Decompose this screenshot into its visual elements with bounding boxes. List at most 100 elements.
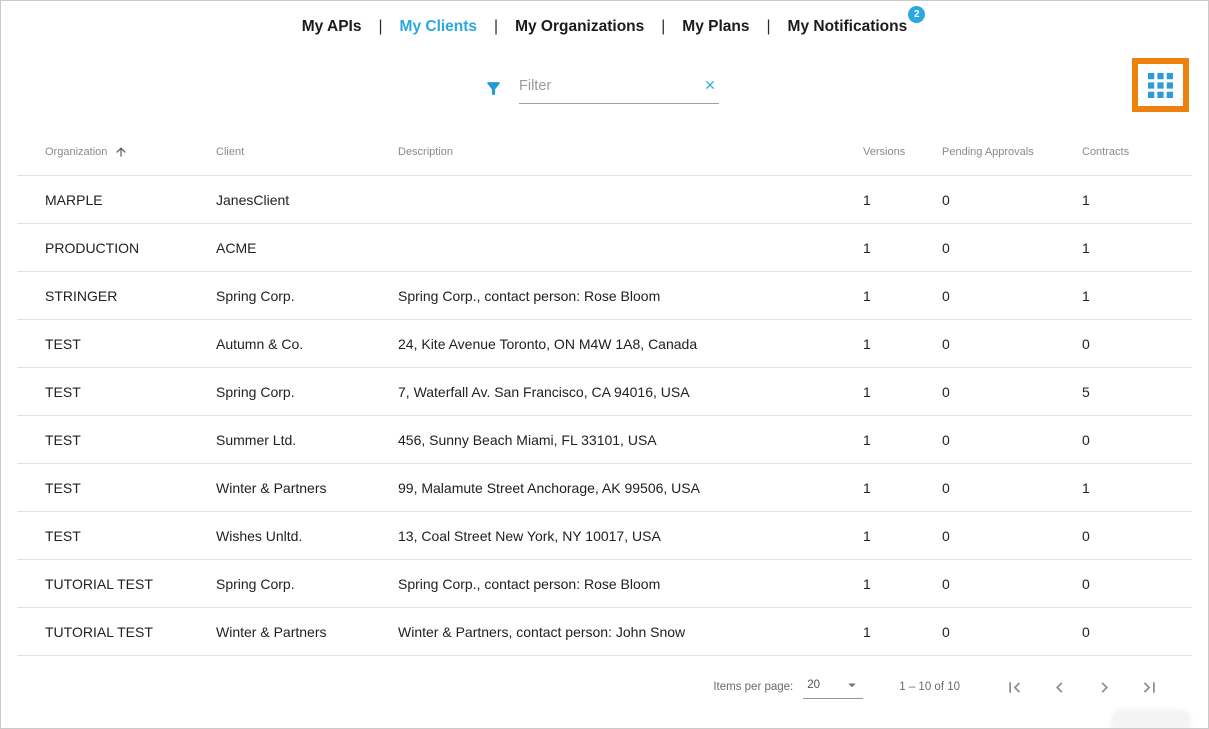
cell-pending-approvals: 0 (942, 432, 1082, 448)
cell-pending-approvals: 0 (942, 240, 1082, 256)
nav-separator: | (767, 18, 771, 36)
filter-icon (484, 79, 503, 104)
cell-description: 24, Kite Avenue Toronto, ON M4W 1A8, Can… (398, 336, 863, 352)
last-page-icon (1139, 677, 1160, 698)
nav-my-apis[interactable]: My APIs (302, 18, 362, 36)
next-page-button[interactable] (1092, 675, 1117, 700)
cell-pending-approvals: 0 (942, 192, 1082, 208)
clear-filter-icon[interactable] (703, 78, 717, 92)
cell-organization: TEST (45, 384, 216, 400)
column-header-organization[interactable]: Organization (45, 145, 216, 159)
table-row[interactable]: TEST Spring Corp. 7, Waterfall Av. San F… (17, 368, 1192, 416)
nav-separator: | (379, 18, 383, 36)
cell-versions: 1 (863, 624, 942, 640)
notifications-badge: 2 (908, 6, 925, 23)
items-per-page-select[interactable]: 20 (803, 676, 863, 699)
table-row[interactable]: TUTORIAL TEST Winter & Partners Winter &… (17, 608, 1192, 656)
filter-bar (484, 75, 719, 104)
filter-field (519, 75, 719, 104)
table-row[interactable]: TEST Wishes Unltd. 13, Coal Street New Y… (17, 512, 1192, 560)
cell-versions: 1 (863, 432, 942, 448)
cell-client: JanesClient (216, 192, 398, 208)
cell-organization: PRODUCTION (45, 240, 216, 256)
cell-pending-approvals: 0 (942, 480, 1082, 496)
cell-contracts: 0 (1082, 624, 1192, 640)
column-header-pending-approvals[interactable]: Pending Approvals (942, 146, 1082, 158)
nav-separator: | (661, 18, 665, 36)
cell-versions: 1 (863, 336, 942, 352)
cell-versions: 1 (863, 288, 942, 304)
cell-client: Spring Corp. (216, 288, 398, 304)
cell-pending-approvals: 0 (942, 528, 1082, 544)
cell-organization: TUTORIAL TEST (45, 576, 216, 592)
column-header-versions[interactable]: Versions (863, 146, 942, 158)
nav-my-plans[interactable]: My Plans (682, 18, 749, 36)
table-row[interactable]: STRINGER Spring Corp. Spring Corp., cont… (17, 272, 1192, 320)
cell-pending-approvals: 0 (942, 576, 1082, 592)
cell-client: Spring Corp. (216, 576, 398, 592)
cell-contracts: 1 (1082, 288, 1192, 304)
items-per-page-value: 20 (807, 679, 820, 691)
cell-organization: MARPLE (45, 192, 216, 208)
column-label: Organization (45, 146, 107, 158)
cell-contracts: 0 (1082, 576, 1192, 592)
cell-client: Winter & Partners (216, 480, 398, 496)
cell-client: Autumn & Co. (216, 336, 398, 352)
column-header-client[interactable]: Client (216, 146, 398, 158)
column-header-contracts[interactable]: Contracts (1082, 146, 1192, 158)
table-row[interactable]: TEST Winter & Partners 99, Malamute Stre… (17, 464, 1192, 512)
first-page-icon (1004, 677, 1025, 698)
cell-contracts: 0 (1082, 432, 1192, 448)
table-row[interactable]: TUTORIAL TEST Spring Corp. Spring Corp.,… (17, 560, 1192, 608)
paginator: Items per page: 20 1 – 10 of 10 (1, 654, 1208, 728)
previous-page-button[interactable] (1047, 675, 1072, 700)
cell-client: Summer Ltd. (216, 432, 398, 448)
chevron-left-icon (1049, 677, 1070, 698)
cell-pending-approvals: 0 (942, 288, 1082, 304)
cell-pending-approvals: 0 (942, 336, 1082, 352)
table-row[interactable]: TEST Summer Ltd. 456, Sunny Beach Miami,… (17, 416, 1192, 464)
nav-my-notifications-label: My Notifications (788, 18, 908, 35)
filter-input[interactable] (519, 75, 719, 104)
nav-my-notifications[interactable]: My Notifications 2 (788, 18, 908, 36)
grid-icon (1148, 73, 1173, 98)
cell-versions: 1 (863, 576, 942, 592)
cell-description: Winter & Partners, contact person: John … (398, 624, 863, 640)
table-header: Organization Client Description Versions… (17, 129, 1192, 176)
cell-client: Wishes Unltd. (216, 528, 398, 544)
cell-description: 456, Sunny Beach Miami, FL 33101, USA (398, 432, 863, 448)
cell-contracts: 5 (1082, 384, 1192, 400)
cell-organization: TUTORIAL TEST (45, 624, 216, 640)
nav-separator: | (494, 18, 498, 36)
grid-view-button[interactable] (1148, 73, 1173, 98)
table-row[interactable]: TEST Autumn & Co. 24, Kite Avenue Toront… (17, 320, 1192, 368)
nav-my-organizations[interactable]: My Organizations (515, 18, 644, 36)
cell-client: Spring Corp. (216, 384, 398, 400)
cell-client: ACME (216, 240, 398, 256)
cell-description: 99, Malamute Street Anchorage, AK 99506,… (398, 480, 863, 496)
cell-versions: 1 (863, 480, 942, 496)
cell-client: Winter & Partners (216, 624, 398, 640)
chevron-down-icon (843, 676, 861, 694)
my-clients-page: My APIs | My Clients | My Organizations … (0, 0, 1209, 729)
cell-versions: 1 (863, 528, 942, 544)
cell-description: Spring Corp., contact person: Rose Bloom (398, 576, 863, 592)
nav-my-clients[interactable]: My Clients (400, 18, 478, 36)
cell-organization: TEST (45, 528, 216, 544)
cell-description: 13, Coal Street New York, NY 10017, USA (398, 528, 863, 544)
cell-contracts: 0 (1082, 528, 1192, 544)
cell-organization: TEST (45, 432, 216, 448)
pagination-controls (1002, 675, 1162, 700)
cell-description: 7, Waterfall Av. San Francisco, CA 94016… (398, 384, 863, 400)
first-page-button[interactable] (1002, 675, 1027, 700)
column-header-description[interactable]: Description (398, 146, 863, 158)
cell-contracts: 1 (1082, 240, 1192, 256)
table-row[interactable]: PRODUCTION ACME 1 0 1 (17, 224, 1192, 272)
cell-pending-approvals: 0 (942, 624, 1082, 640)
cell-contracts: 0 (1082, 336, 1192, 352)
last-page-button[interactable] (1137, 675, 1162, 700)
cell-organization: TEST (45, 336, 216, 352)
table-row[interactable]: MARPLE JanesClient 1 0 1 (17, 176, 1192, 224)
items-per-page-label: Items per page: (713, 681, 793, 693)
cell-versions: 1 (863, 384, 942, 400)
